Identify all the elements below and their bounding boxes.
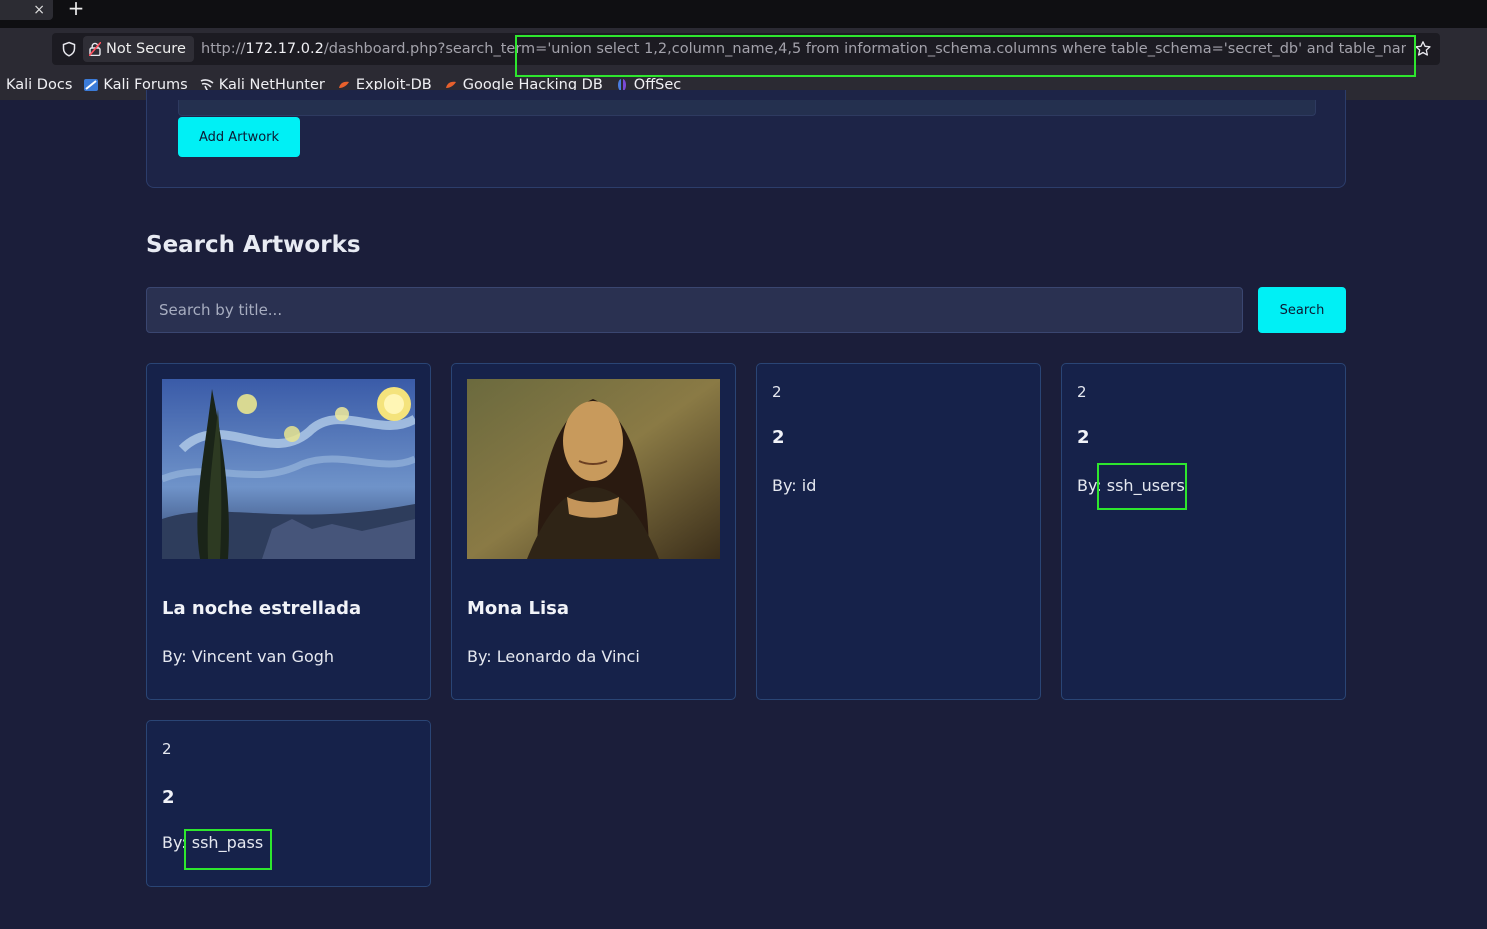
artwork-image-text: 2 <box>1077 383 1087 401</box>
artwork-title: 2 <box>772 427 785 448</box>
security-label: Not Secure <box>106 41 186 57</box>
artwork-title: 2 <box>1077 427 1090 448</box>
artwork-title: Mona Lisa <box>467 598 570 619</box>
insecure-lock-icon <box>89 42 101 56</box>
artwork-author: By: ssh_pass <box>162 833 264 852</box>
bookmark-kali-docs[interactable]: Kali Docs <box>6 77 72 93</box>
artwork-card: 2 2 By: ssh_users <box>1061 363 1346 700</box>
artwork-author: By: Leonardo da Vinci <box>467 647 640 666</box>
artwork-title: 2 <box>162 787 175 808</box>
search-section-title: Search Artworks <box>146 232 361 258</box>
new-tab-button[interactable]: + <box>65 0 87 19</box>
url-path: /dashboard.php?search_term='union select… <box>323 41 1406 57</box>
artwork-title: La noche estrellada <box>162 598 362 619</box>
kali-forums-icon <box>84 79 99 91</box>
shield-icon[interactable] <box>61 41 77 57</box>
search-button[interactable]: Search <box>1258 287 1346 333</box>
security-indicator[interactable]: Not Secure <box>83 36 194 62</box>
tab-bar: × + <box>0 0 1487 28</box>
artwork-card: La noche estrellada By: Vincent van Gogh <box>146 363 431 700</box>
artwork-image-text: 2 <box>162 740 172 758</box>
artwork-card: Mona Lisa By: Leonardo da Vinci <box>451 363 736 700</box>
add-artwork-button[interactable]: Add Artwork <box>178 117 300 157</box>
navigation-bar: Not Secure http://172.17.0.2/dashboard.p… <box>0 28 1487 70</box>
url-text[interactable]: http://172.17.0.2/dashboard.php?search_t… <box>201 33 1406 65</box>
search-input[interactable] <box>146 287 1243 333</box>
tab-close-button[interactable]: × <box>0 0 53 20</box>
url-host: 172.17.0.2 <box>245 41 324 57</box>
add-artwork-panel: Add Artwork <box>146 90 1346 188</box>
artwork-image-text: 2 <box>772 383 782 401</box>
starry-night-image <box>162 379 415 559</box>
url-prefix: http:// <box>201 41 246 57</box>
artwork-card: 2 2 By: ssh_pass <box>146 720 431 887</box>
artwork-author: By: Vincent van Gogh <box>162 647 335 666</box>
bookmark-star-icon[interactable] <box>1414 40 1432 58</box>
close-icon[interactable]: × <box>33 2 45 18</box>
address-bar[interactable]: Not Secure http://172.17.0.2/dashboard.p… <box>52 33 1440 65</box>
artwork-author: By: id <box>772 476 817 495</box>
artwork-author: By: ssh_users <box>1077 476 1185 495</box>
artwork-card: 2 2 By: id <box>756 363 1041 700</box>
artwork-form-field[interactable] <box>178 100 1316 116</box>
bookmark-label: Kali Docs <box>6 77 73 93</box>
mona-lisa-image <box>467 379 720 559</box>
